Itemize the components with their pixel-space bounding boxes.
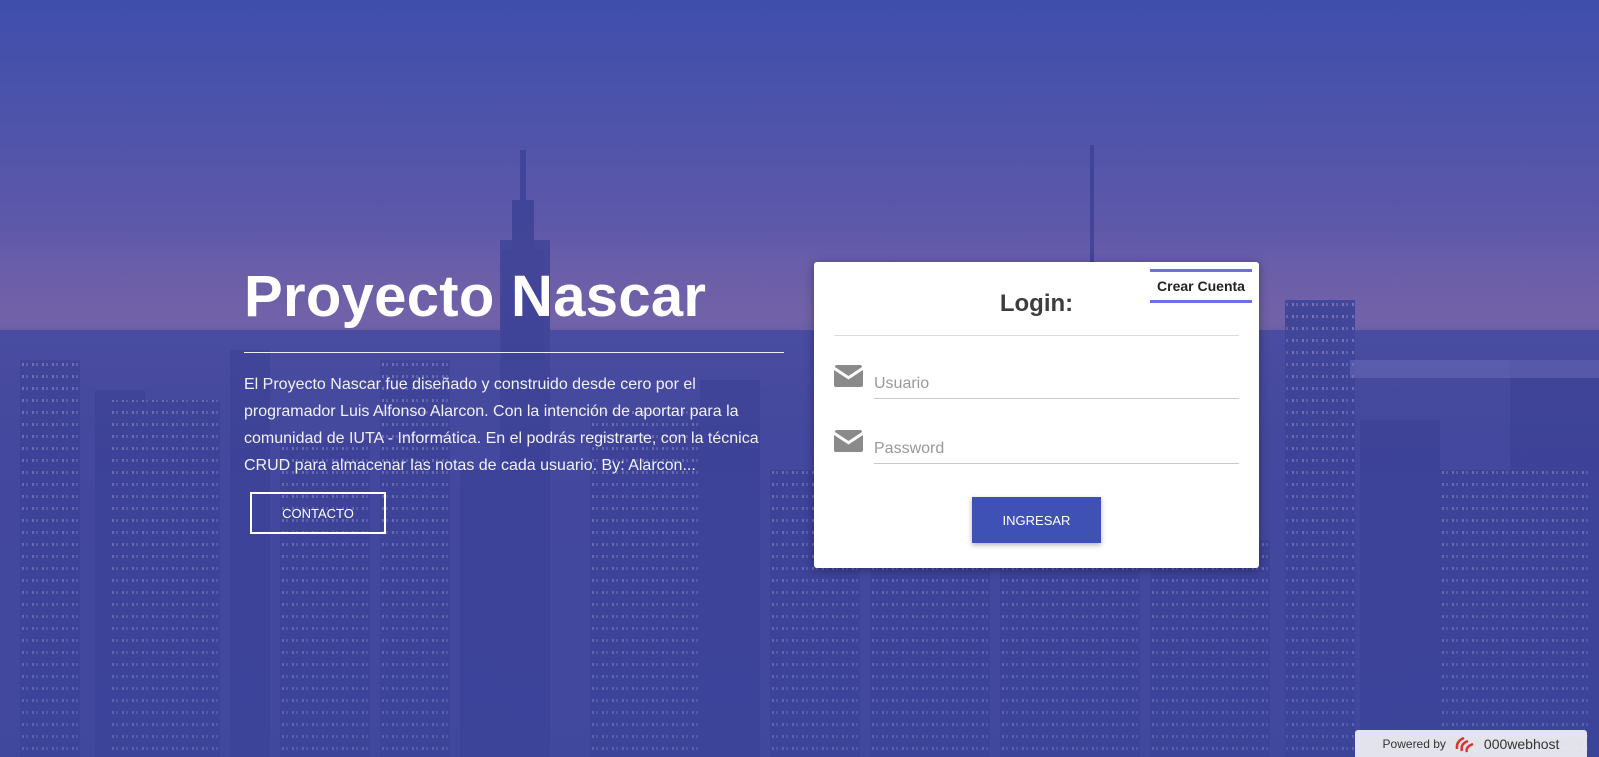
- hero-section: Proyecto Nascar El Proyecto Nascar fue d…: [244, 262, 784, 534]
- username-field-group: [834, 365, 1239, 401]
- username-input[interactable]: [874, 369, 1239, 399]
- powered-by-label: Powered by: [1382, 736, 1446, 751]
- login-title: Login:: [999, 290, 1074, 317]
- hero-description: El Proyecto Nascar fue diseñado y constr…: [244, 376, 759, 474]
- login-divider: [834, 335, 1239, 336]
- password-field-group: [834, 430, 1239, 466]
- password-input[interactable]: [874, 434, 1239, 464]
- login-submit-button[interactable]: INGRESAR: [972, 497, 1101, 543]
- hero-divider: [244, 352, 784, 353]
- contact-button[interactable]: CONTACTO: [250, 492, 386, 534]
- hero-title: Proyecto Nascar: [244, 264, 707, 329]
- envelope-icon: [834, 430, 863, 452]
- webhost-brand: 000webhost: [1483, 735, 1560, 752]
- powered-by-badge[interactable]: Powered by 000webhost: [1355, 730, 1587, 757]
- webhost-logo-icon: [1455, 736, 1474, 752]
- login-card: Crear Cuenta Login: INGRESAR: [814, 262, 1259, 568]
- color-overlay: [0, 0, 1599, 757]
- envelope-icon: [834, 365, 863, 387]
